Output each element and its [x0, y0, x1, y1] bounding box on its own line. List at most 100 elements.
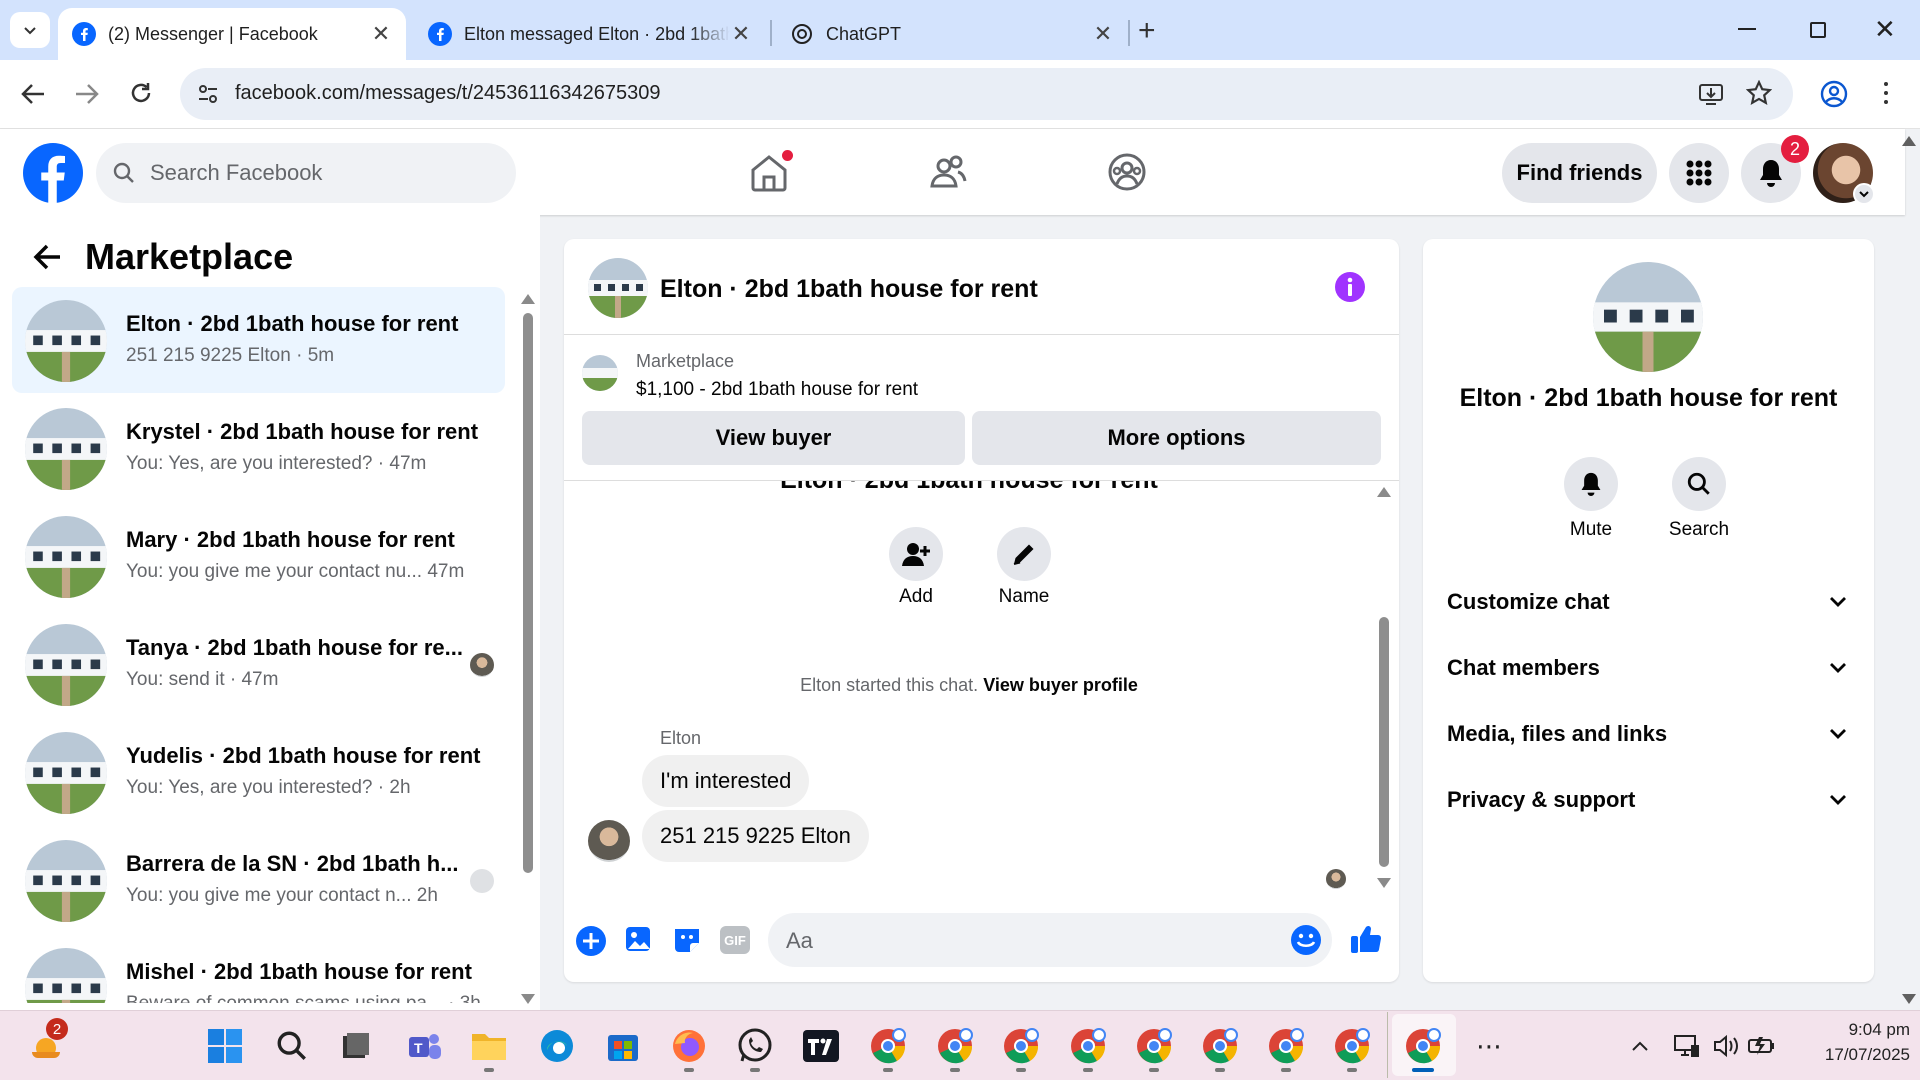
page-scrollbar-up-icon[interactable] [1902, 136, 1916, 146]
message-bubble[interactable]: I'm interested [642, 755, 810, 807]
tab-search-button[interactable] [10, 12, 50, 48]
edge-icon[interactable] [535, 1024, 579, 1068]
message-bubble[interactable]: 251 215 9225 Elton [642, 810, 869, 862]
new-tab-icon[interactable]: + [1138, 14, 1156, 48]
chat-scroll-up-icon[interactable] [1377, 487, 1391, 497]
section-chat-members[interactable]: Chat members [1447, 643, 1847, 693]
more-apps-icon[interactable]: ⋯ [1467, 1024, 1511, 1068]
store-icon[interactable] [601, 1024, 645, 1068]
list-scroll-up-icon[interactable] [521, 294, 535, 304]
chevron-up-icon[interactable] [1618, 1024, 1662, 1068]
chrome-profile-icon[interactable] [1066, 1024, 1110, 1068]
sender-avatar[interactable] [588, 820, 630, 862]
close-window-icon[interactable]: ✕ [1874, 14, 1896, 45]
network-icon[interactable] [1665, 1024, 1709, 1068]
chevron-down-icon [24, 27, 36, 35]
conversation-item[interactable]: Krystel · 2bd 1bath house for rent You: Y… [12, 395, 505, 501]
minimize-icon[interactable] [1738, 28, 1756, 30]
close-icon[interactable]: ✕ [1092, 21, 1114, 47]
chat-scrollbar-thumb[interactable] [1379, 617, 1389, 867]
tradingview-icon[interactable] [799, 1024, 843, 1068]
back-arrow-icon[interactable] [32, 243, 62, 271]
whatsapp-icon[interactable] [733, 1024, 777, 1068]
friends-icon[interactable] [928, 152, 968, 192]
view-buyer-profile-link[interactable]: View buyer profile [983, 675, 1138, 695]
page-scrollbar-down-icon[interactable] [1902, 994, 1916, 1004]
close-icon[interactable]: ✕ [370, 21, 392, 47]
mute-button[interactable] [1564, 457, 1618, 511]
view-buyer-button[interactable]: View buyer [582, 411, 965, 465]
find-friends-button[interactable]: Find friends [1502, 143, 1657, 203]
mute-label: Mute [1569, 519, 1613, 540]
conversation-item[interactable]: Barrera de la SN · 2bd 1bath h... You: yo… [12, 827, 505, 933]
photo-icon[interactable] [624, 925, 654, 955]
search-chat-button[interactable] [1672, 457, 1726, 511]
chat-header-avatar[interactable] [588, 258, 648, 318]
conversation-item[interactable]: Yudelis · 2bd 1bath house for rent You: Y… [12, 719, 505, 825]
restore-icon[interactable] [1810, 22, 1826, 38]
site-info-icon[interactable] [196, 82, 220, 106]
section-privacy-support[interactable]: Privacy & support [1447, 775, 1847, 825]
message-input[interactable] [768, 913, 1332, 967]
task-view-icon[interactable] [333, 1024, 377, 1068]
chrome-active-icon[interactable] [1401, 1024, 1445, 1068]
tab-elton-messaged[interactable]: Elton messaged Elton · 2bd 1bath house f… [414, 8, 766, 60]
browser-menu-icon[interactable] [1884, 82, 1888, 104]
chrome-profile-icon[interactable] [1330, 1024, 1374, 1068]
list-scroll-down-icon[interactable] [521, 994, 535, 1004]
conversation-item[interactable]: Tanya · 2bd 1bath house for re... You: se… [12, 611, 505, 717]
info-icon[interactable] [1334, 271, 1366, 303]
firefox-icon[interactable] [667, 1024, 711, 1068]
chrome-profile-icon[interactable] [1198, 1024, 1242, 1068]
sticker-icon[interactable] [672, 925, 702, 955]
chrome-profile-icon[interactable] [866, 1024, 910, 1068]
install-app-icon[interactable] [1698, 82, 1724, 106]
tab-chatgpt[interactable]: ChatGPT ✕ [776, 8, 1128, 60]
facebook-logo[interactable] [23, 143, 83, 203]
conversation-item[interactable]: Mary · 2bd 1bath house for rent You: you … [12, 503, 505, 609]
section-media-files-links[interactable]: Media, files and links [1447, 709, 1847, 759]
chrome-profile-icon[interactable] [1132, 1024, 1176, 1068]
search-icon[interactable] [270, 1024, 314, 1068]
add-label: Add [899, 586, 933, 607]
close-icon[interactable]: ✕ [730, 21, 752, 47]
section-customize-chat[interactable]: Customize chat [1447, 577, 1847, 627]
chrome-profile-icon[interactable] [1264, 1024, 1308, 1068]
conversation-thumbnail [25, 408, 107, 490]
conversation-item[interactable]: Elton · 2bd 1bath house for rent 251 215 … [12, 287, 505, 393]
teams-icon[interactable]: T [402, 1024, 446, 1068]
listing-detail[interactable]: $1,100 - 2bd 1bath house for rent [636, 379, 918, 401]
details-avatar[interactable] [1593, 262, 1703, 372]
reload-icon[interactable] [128, 80, 154, 106]
list-scrollbar-thumb[interactable] [523, 313, 533, 873]
clock-date[interactable]: 17/07/2025 [1780, 1045, 1910, 1065]
tab-messenger[interactable]: (2) Messenger | Facebook ✕ [58, 8, 406, 60]
add-person-button[interactable] [889, 527, 943, 581]
chat-scroll-down-icon[interactable] [1377, 878, 1391, 888]
emoji-icon[interactable] [1290, 924, 1322, 956]
chat-title[interactable]: Elton · 2bd 1bath house for rent [660, 275, 1038, 304]
edit-name-button[interactable] [997, 527, 1051, 581]
clock-time[interactable]: 9:04 pm [1780, 1020, 1910, 1040]
forward-icon[interactable] [74, 82, 100, 106]
back-icon[interactable] [20, 82, 46, 106]
gif-icon[interactable]: GIF [720, 926, 750, 954]
battery-icon[interactable] [1740, 1024, 1784, 1068]
like-icon[interactable] [1349, 922, 1383, 956]
running-indicator [1281, 1068, 1291, 1072]
more-options-button[interactable]: More options [972, 411, 1381, 465]
profile-icon[interactable] [1820, 80, 1848, 108]
file-explorer-icon[interactable] [467, 1024, 511, 1068]
bookmark-star-icon[interactable] [1746, 80, 1772, 106]
url-text[interactable]: facebook.com/messages/t/2453611634267530… [235, 82, 661, 105]
chrome-profile-icon[interactable] [999, 1024, 1043, 1068]
windows-start-icon[interactable] [203, 1024, 247, 1068]
groups-icon[interactable] [1107, 152, 1147, 192]
chrome-profile-icon[interactable] [933, 1024, 977, 1068]
active-indicator [1412, 1068, 1434, 1072]
menu-grid-button[interactable] [1669, 143, 1729, 203]
listing-thumbnail[interactable] [582, 355, 618, 391]
account-chevron-icon[interactable] [1853, 183, 1875, 205]
conversation-item[interactable]: Mishel · 2bd 1bath house for rent Beware … [12, 935, 505, 1003]
more-actions-icon[interactable] [575, 925, 607, 957]
